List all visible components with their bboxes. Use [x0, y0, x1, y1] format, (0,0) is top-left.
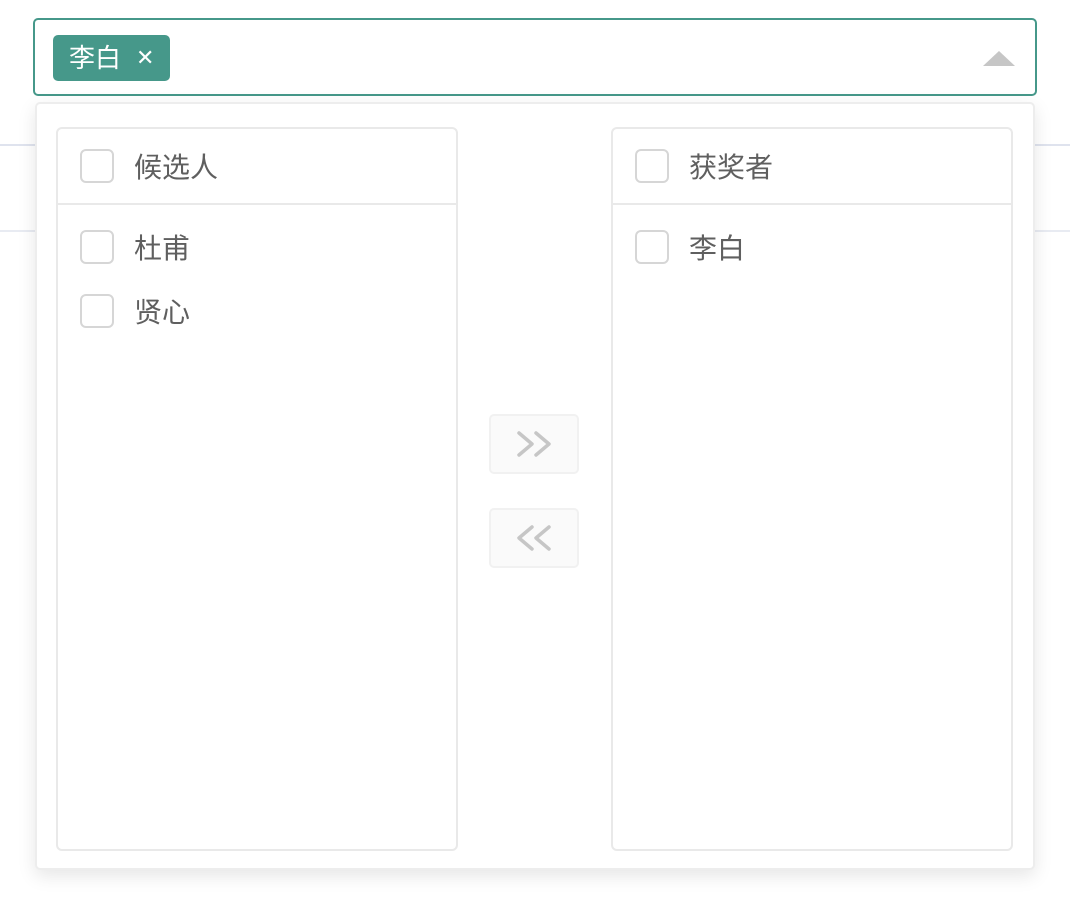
transfer-destination-items: 李白 — [613, 205, 1011, 279]
chevrons-left-icon — [512, 522, 556, 554]
transfer-destination-list: 获奖者 李白 — [611, 127, 1013, 851]
destination-select-all-checkbox[interactable] — [635, 149, 669, 183]
chevrons-right-icon — [512, 428, 556, 460]
caret-up-icon[interactable] — [983, 51, 1015, 66]
item-label: 贤心 — [134, 291, 190, 331]
transfer-source-header[interactable]: 候选人 — [58, 129, 456, 205]
source-select-all-checkbox[interactable] — [80, 149, 114, 183]
list-item[interactable]: 贤心 — [58, 279, 456, 343]
multi-select-input[interactable]: 李白 ✕ — [33, 18, 1037, 96]
page: 李白 ✕ 候选人 杜甫 贤心 — [0, 0, 1070, 900]
move-to-left-button[interactable] — [489, 508, 579, 568]
transfer-source-list: 候选人 杜甫 贤心 — [56, 127, 458, 851]
transfer-destination-title: 获奖者 — [689, 146, 773, 186]
transfer-source-title: 候选人 — [134, 146, 218, 186]
selected-tag-label: 李白 — [69, 45, 121, 71]
item-checkbox[interactable] — [80, 294, 114, 328]
item-checkbox[interactable] — [80, 230, 114, 264]
transfer-destination-header[interactable]: 获奖者 — [613, 129, 1011, 205]
transfer-source-items: 杜甫 贤心 — [58, 205, 456, 343]
tag-close-icon[interactable]: ✕ — [136, 47, 154, 69]
selected-tag[interactable]: 李白 ✕ — [53, 35, 170, 81]
move-to-right-button[interactable] — [489, 414, 579, 474]
list-item[interactable]: 李白 — [613, 215, 1011, 279]
list-item[interactable]: 杜甫 — [58, 215, 456, 279]
dropdown-panel: 候选人 杜甫 贤心 — [35, 102, 1035, 870]
item-label: 李白 — [689, 227, 745, 267]
item-checkbox[interactable] — [635, 230, 669, 264]
item-label: 杜甫 — [134, 227, 190, 267]
